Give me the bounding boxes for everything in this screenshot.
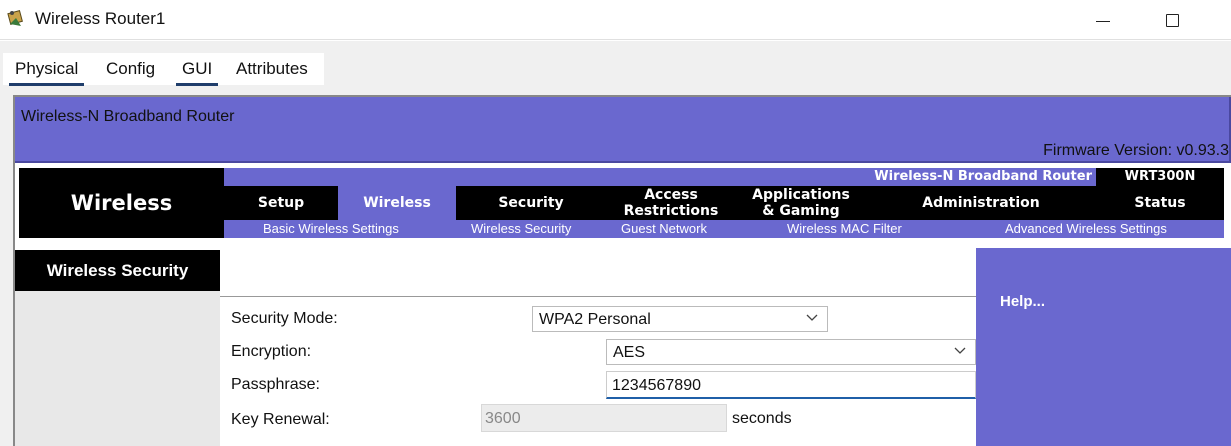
submenu-wireless-mac-filter[interactable]: Wireless MAC Filter [787, 221, 902, 236]
nav-section-title: Wireless [70, 191, 173, 215]
firmware-version: Firmware Version: v0.93.3 [1043, 142, 1229, 159]
nav-menu-area: Wireless-N Broadband Router WRT300N Setu… [224, 168, 1224, 238]
model-label: WRT300N [1124, 169, 1196, 184]
maximize-icon [1165, 13, 1179, 27]
submenu-advanced-wireless-settings[interactable]: Advanced Wireless Settings [1005, 221, 1167, 236]
tab-attributes[interactable]: Attributes [236, 59, 308, 79]
menu-setup[interactable]: Setup [224, 186, 338, 220]
section-title: Wireless Security [15, 250, 220, 291]
passphrase-label: Passphrase: [231, 376, 320, 393]
brand-label: Wireless-N Broadband Router [874, 169, 1092, 184]
security-mode-label: Security Mode: [231, 310, 338, 327]
menu-administration[interactable]: Administration [866, 186, 1096, 220]
tab-gui[interactable]: GUI [175, 59, 219, 86]
encryption-value: AES [613, 344, 646, 361]
tab-config[interactable]: Config [106, 59, 155, 79]
brand-strip: Wireless-N Broadband Router [224, 168, 1096, 186]
content-area: Wireless Security Security Mode: WPA2 Pe… [15, 248, 1231, 446]
tab-physical[interactable]: Physical [8, 59, 85, 86]
help-panel: Help... [976, 248, 1231, 446]
passphrase-input[interactable]: 1234567890 [606, 371, 976, 399]
tabs-area: Physical Config GUI Attributes Wireless-… [0, 41, 1231, 446]
left-column: Wireless Security [15, 250, 220, 446]
submenu-row: Basic Wireless Settings Wireless Securit… [224, 220, 1224, 238]
menu-wireless[interactable]: Wireless [338, 186, 456, 220]
encryption-label: Encryption: [231, 343, 312, 360]
menu-row: Setup Wireless Security Access Restricti… [224, 186, 1224, 220]
router-header: Wireless-N Broadband Router Firmware Ver… [15, 97, 1231, 163]
submenu-basic-wireless-settings[interactable]: Basic Wireless Settings [263, 221, 399, 236]
main-nav: Wireless Wireless-N Broadband Router WRT… [19, 168, 1224, 238]
key-renewal-label: Key Renewal: [231, 411, 330, 428]
submenu-wireless-security[interactable]: Wireless Security [471, 221, 571, 236]
security-mode-value: WPA2 Personal [539, 311, 651, 328]
minimize-icon [1096, 20, 1110, 22]
router-app-icon [6, 8, 26, 28]
chevron-down-icon [954, 347, 966, 354]
security-mode-select[interactable]: WPA2 Personal [532, 306, 828, 332]
help-link[interactable]: Help... [1000, 293, 1045, 310]
encryption-select[interactable]: AES [606, 339, 976, 365]
product-name: Wireless-N Broadband Router [21, 108, 235, 125]
window-title: Wireless Router1 [35, 9, 166, 28]
menu-applications-gaming[interactable]: Applications & Gaming [736, 186, 866, 220]
tab-strip: Physical Config GUI Attributes [3, 53, 324, 86]
chevron-down-icon [806, 314, 818, 321]
maximize-button[interactable] [1152, 6, 1192, 34]
router-gui-panel: Wireless-N Broadband Router Firmware Ver… [13, 95, 1231, 446]
key-renewal-input[interactable]: 3600 [481, 404, 727, 432]
key-renewal-unit: seconds [732, 410, 792, 427]
divider [220, 296, 976, 297]
menu-access-restrictions[interactable]: Access Restrictions [606, 186, 736, 220]
title-bar: Wireless Router1 [0, 0, 1231, 40]
menu-security[interactable]: Security [456, 186, 606, 220]
menu-status[interactable]: Status [1096, 186, 1224, 220]
submenu-guest-network[interactable]: Guest Network [621, 221, 707, 236]
minimize-button[interactable] [1083, 6, 1123, 34]
form-area: Security Mode: WPA2 Personal Encryption:… [220, 248, 976, 446]
